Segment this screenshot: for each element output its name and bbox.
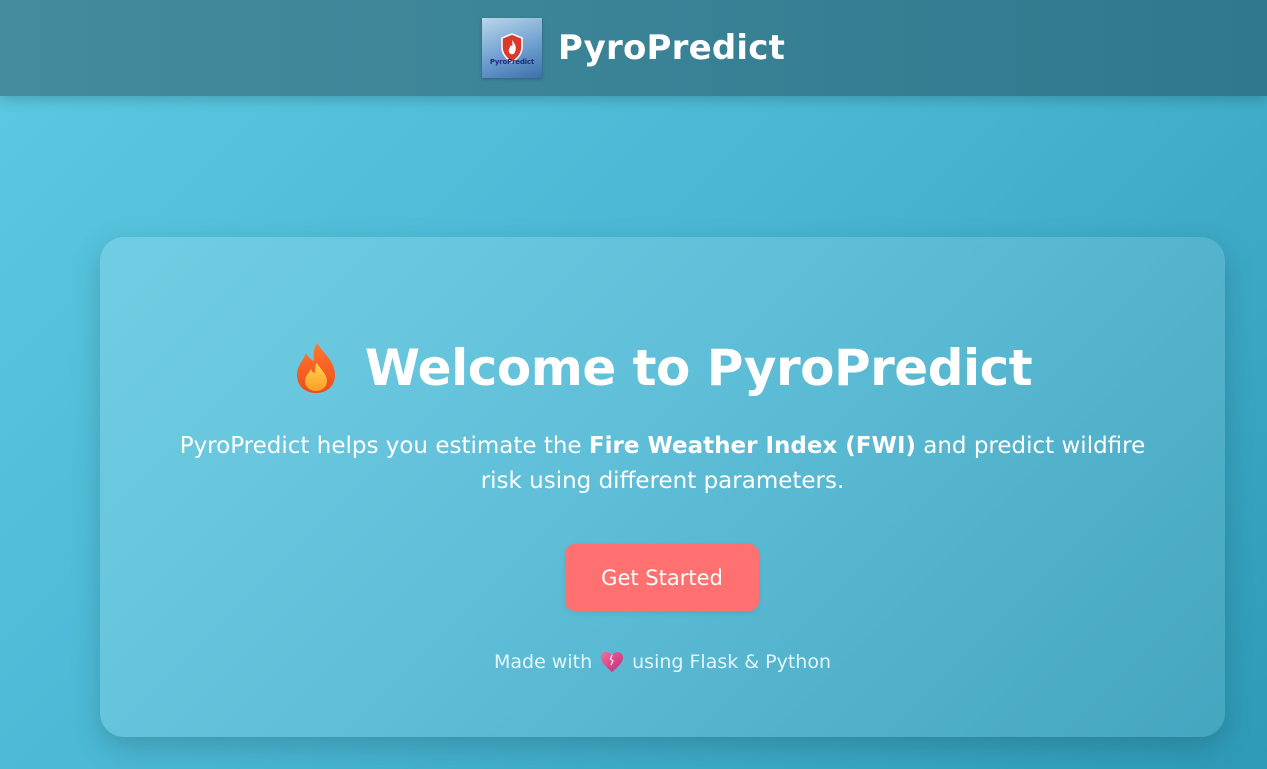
heart-icon bbox=[601, 652, 624, 672]
description-prefix: PyroPredict helps you estimate the bbox=[179, 433, 589, 459]
footer-note: Made with using Flask & Python bbox=[100, 651, 1225, 673]
logo-text: PyroPredict bbox=[489, 58, 534, 66]
description: PyroPredict helps you estimate the Fire … bbox=[170, 429, 1155, 499]
footer-prefix: Made with bbox=[493, 651, 593, 673]
welcome-heading: Welcome to PyroPredict bbox=[364, 339, 1033, 397]
app-logo[interactable]: PyroPredict bbox=[481, 18, 542, 78]
get-started-button[interactable]: Get Started bbox=[565, 544, 759, 611]
top-navbar: PyroPredict PyroPredict bbox=[0, 0, 1267, 96]
footer-suffix: using Flask & Python bbox=[632, 651, 831, 673]
brand-name: PyroPredict bbox=[557, 28, 786, 68]
welcome-card: Welcome to PyroPredict PyroPredict helps… bbox=[100, 237, 1225, 737]
description-highlight: Fire Weather Index (FWI) bbox=[588, 433, 916, 459]
fire-icon bbox=[296, 343, 335, 393]
heading-row: Welcome to PyroPredict bbox=[100, 339, 1225, 397]
